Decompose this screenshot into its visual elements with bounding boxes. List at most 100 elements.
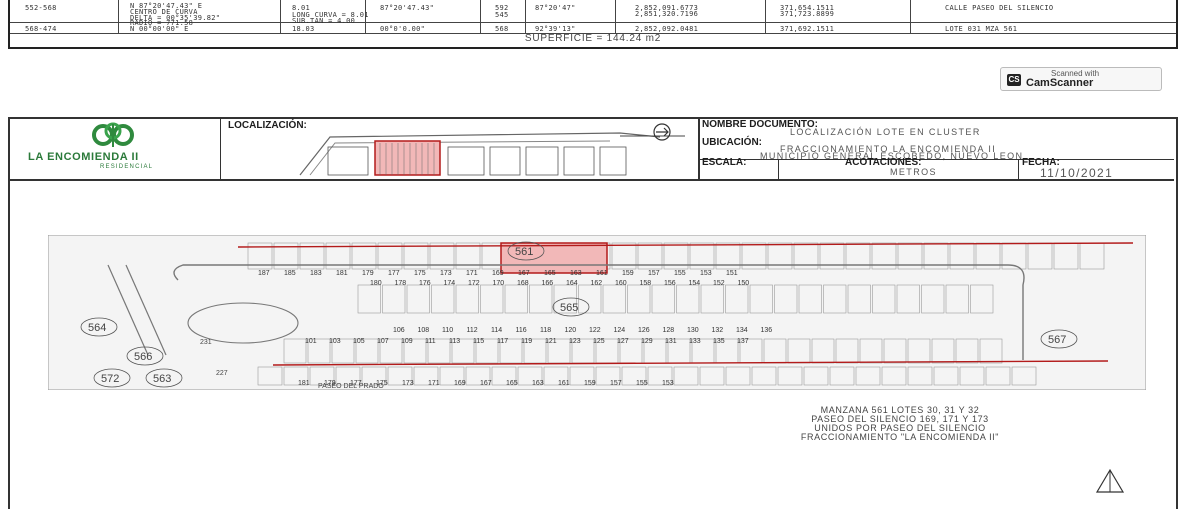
lot-number: 133: [689, 338, 701, 345]
table-divider: [910, 0, 911, 33]
table-cell: 2,852,092.0481: [635, 25, 699, 33]
lot-number: 137: [737, 338, 749, 345]
date-value: 11/10/2021: [1040, 166, 1114, 180]
lot-number: 135: [713, 338, 725, 345]
lot-number: 163: [532, 380, 544, 387]
location-address-label: UBICACIÓN:: [702, 137, 762, 148]
lot-number: 171: [428, 380, 440, 387]
camscanner-line2: CamScanner: [1026, 77, 1094, 89]
lot-number: 169: [492, 270, 504, 277]
block-number: 566: [134, 351, 152, 363]
lot-number: 122: [589, 327, 601, 334]
lot-number: 110: [442, 327, 453, 334]
lot-number: 161: [596, 270, 608, 277]
lot-number: 131: [665, 338, 677, 345]
table-divider: [525, 0, 526, 33]
lot-number: 128: [663, 327, 675, 334]
title-block: LA ENCOMIENDA II RESIDENCIAL LOCALIZACIÓ…: [10, 119, 1174, 181]
lot-number: 231: [200, 339, 212, 346]
block-number: 572: [101, 373, 119, 385]
lot-number: 156: [664, 280, 676, 287]
lot-number: 158: [640, 280, 652, 287]
lot-number: 153: [662, 380, 674, 387]
header-divider: [778, 159, 779, 179]
lot-number: 120: [565, 327, 577, 334]
table-divider: [480, 0, 481, 33]
lot-number: 150: [738, 280, 750, 287]
lot-number: 121: [545, 338, 557, 345]
block-number: 564: [88, 322, 106, 334]
table-cell: 371,723.8899: [780, 10, 835, 18]
lot-number: 129: [641, 338, 653, 345]
table-cell: N 00°00'00" E: [130, 25, 189, 33]
lot-number: 162: [591, 280, 603, 287]
table-divider: [118, 0, 119, 33]
lot-number: 160: [615, 280, 627, 287]
north-arrow-icon: [653, 123, 671, 141]
table-cell: LOTE 031 MZA 561: [945, 25, 1018, 33]
table-cell: SUB.TAN = 4.00: [292, 17, 356, 25]
location-box: LOCALIZACIÓN:: [220, 119, 700, 179]
lot-number: 119: [521, 338, 532, 345]
lot-number: 107: [377, 338, 389, 345]
lot-number: 181: [336, 270, 348, 277]
block-number: 567: [1048, 334, 1066, 346]
lot-number: 108: [418, 327, 430, 334]
lot-number: 112: [467, 327, 478, 334]
lot-number: 115: [473, 338, 484, 345]
lot-number: 127: [617, 338, 629, 345]
lot-number: 185: [284, 270, 296, 277]
table-cell: 568-474: [25, 25, 57, 33]
lot-number: 177: [388, 270, 400, 277]
lot-number: 187: [258, 270, 270, 277]
lot-number: 157: [648, 270, 660, 277]
surface-total: SUPERFICIE = 144.24 m2: [524, 33, 662, 44]
camscanner-badge: CS Scanned with CamScanner: [1000, 67, 1162, 91]
block-number: 561: [515, 246, 533, 258]
legend-text: MANZANA 561 LOTES 30, 31 Y 32 PASEO DEL …: [690, 406, 1110, 442]
lot-number: 178: [395, 280, 407, 287]
lot-number: 134: [736, 327, 748, 334]
lot-number: 111: [425, 338, 436, 345]
north-triangle-icon: [1095, 468, 1125, 493]
table-cell: 87°20'47": [535, 4, 576, 12]
table-cell: 00°0'0.00": [380, 25, 426, 33]
lot-number: 174: [444, 280, 456, 287]
lot-number: 163: [570, 270, 582, 277]
lot-number: 176: [419, 280, 431, 287]
site-plan-map: 187 185 183 181 179 177 175 173 171 169 167 165 163 1…: [48, 235, 1146, 390]
lot-number: 155: [674, 270, 686, 277]
header-divider: [700, 159, 1174, 160]
lot-number: 136: [761, 327, 773, 334]
header-divider: [1018, 159, 1019, 179]
table-cell: 18.03: [292, 25, 315, 33]
lot-number: 114: [491, 327, 502, 334]
lot-number: 169: [454, 380, 466, 387]
lot-number: 227: [216, 370, 228, 377]
lot-number: 168: [517, 280, 529, 287]
units-value: METROS: [890, 167, 937, 177]
lot-number: 159: [622, 270, 634, 277]
lot-number: 152: [713, 280, 725, 287]
lot-number: 124: [614, 327, 626, 334]
lot-number: 175: [414, 270, 426, 277]
lot-number: 165: [544, 270, 556, 277]
table-cell: 552-568: [25, 4, 57, 12]
lot-number: 117: [497, 338, 508, 345]
lot-number: 161: [558, 380, 570, 387]
lot-number: 170: [493, 280, 505, 287]
lot-number: 116: [516, 327, 527, 334]
lot-number: 155: [636, 380, 648, 387]
lot-number: 166: [542, 280, 554, 287]
table-divider: [280, 0, 281, 33]
lot-number: 109: [401, 338, 413, 345]
lot-number: 183: [310, 270, 322, 277]
lot-number: 173: [402, 380, 414, 387]
street-name: PASEO DEL PRADO: [318, 383, 384, 390]
table-cell: 371,692.1511: [780, 25, 835, 33]
lot-number: 167: [518, 270, 530, 277]
lot-number: 180: [370, 280, 382, 287]
lot-number: 173: [440, 270, 452, 277]
plan-page: LA ENCOMIENDA II RESIDENCIAL LOCALIZACIÓ…: [0, 100, 1200, 509]
lot-number: 153: [700, 270, 712, 277]
